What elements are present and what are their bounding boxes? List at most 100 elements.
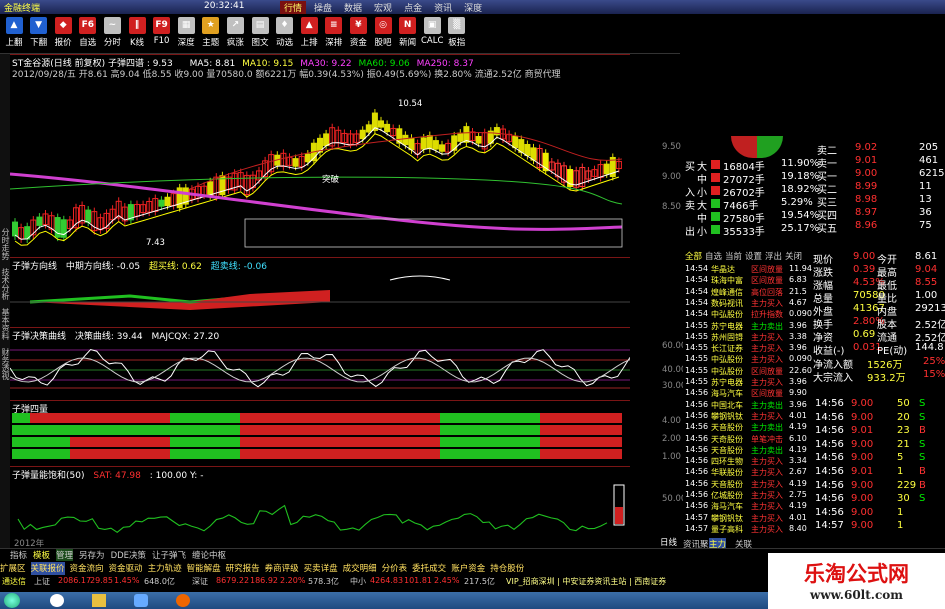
extension-tab[interactable]: 成交明细 — [343, 562, 377, 575]
alert-tab[interactable]: 设置 — [745, 250, 762, 262]
toolbar-label: 新闻 — [399, 38, 417, 48]
extension-tab[interactable]: 买卖详盘 — [304, 562, 338, 575]
brand-watermark: 乐淘公式网 www.60lt.com — [768, 553, 945, 609]
alert-tab[interactable]: 关闭 — [785, 250, 802, 262]
新闻-button[interactable]: N 新闻 — [396, 14, 420, 54]
extension-tab[interactable]: 持仓股份 — [490, 562, 524, 575]
decision-panel[interactable]: 子弹决策曲线 决策曲线: 39.44 MAJCQX: 27.20 — [10, 327, 630, 400]
top-tab[interactable]: 宏观 — [370, 1, 396, 14]
candle-body — [158, 199, 165, 207]
daily-label[interactable]: 日线 — [660, 536, 677, 548]
alert-tab[interactable]: 全部 — [685, 250, 702, 262]
side-tab[interactable]: 财务透视 — [1, 348, 10, 380]
news-ticker[interactable]: VIP_招商深圳 | 中安证券资讯主站 | 西南证券 — [506, 576, 666, 587]
上翻-button[interactable]: ▲ 上翻 — [2, 14, 26, 54]
start-icon[interactable] — [4, 593, 20, 608]
trade-time: 14:56 — [815, 479, 844, 491]
kline-chart[interactable] — [10, 79, 630, 249]
sz-index-name: 深证 — [192, 577, 208, 586]
动选-button[interactable]: ♦ 动选 — [273, 14, 297, 54]
alert-tab[interactable]: 自选 — [705, 250, 722, 262]
板指-button[interactable]: ▒ 板指 — [445, 14, 469, 54]
extension-tab[interactable]: 主力轨迹 — [148, 562, 182, 575]
app-name: 金融终端 — [4, 4, 41, 14]
股吧-button[interactable]: ◎ 股吧 — [371, 14, 395, 54]
alert-time: 14:56 — [685, 388, 709, 398]
extension-tab[interactable]: 研究报告 — [226, 562, 260, 575]
图文-button[interactable]: ▤ 图文 — [248, 14, 272, 54]
top-tab[interactable]: 点金 — [400, 1, 426, 14]
extension-tab[interactable]: 智能解盘 — [187, 562, 221, 575]
sme-index-change: 101.81 — [404, 576, 432, 585]
trade-price: 9.01 — [851, 466, 874, 477]
toolbar-label: 下翻 — [30, 38, 48, 48]
extension-tab[interactable]: 扩展区 — [0, 562, 26, 575]
alert-tab[interactable]: 当前 — [725, 250, 742, 262]
side-tab[interactable]: 技术分析 — [1, 268, 10, 300]
深度-button[interactable]: ▦ 深度 — [174, 14, 198, 54]
candle-body — [378, 120, 384, 128]
深排-button[interactable]: ≡ 深排 — [322, 14, 346, 54]
alert-action: 主力买入 — [751, 332, 783, 342]
indicator-tab[interactable]: 让子弹飞 — [152, 549, 186, 561]
extension-tab[interactable]: 账户资金 — [451, 562, 485, 575]
extension-tab[interactable]: 资金流向 — [70, 562, 104, 575]
kline-panel[interactable]: ST金谷源(日线 前复权) 子弹四谱 : 9.53 MA5: 8.81 MA10… — [10, 54, 630, 249]
volume-band — [540, 437, 622, 447]
extension-tab[interactable]: 关联报价 — [30, 562, 65, 575]
CALC-button[interactable]: ▣ CALC — [420, 14, 444, 54]
saturation-panel[interactable]: 子弹量能饱和(50) SAT: 47.98 : 100.00 Y: - 2012… — [10, 466, 630, 548]
top-tab[interactable]: 深度 — [460, 1, 486, 14]
title-bar: 金融终端 20:32:41 行情 操盘 数据 宏观 点金 资讯 深度 — [0, 0, 945, 14]
direction-red-area — [30, 302, 330, 310]
上排-button[interactable]: ▲ 上排 — [297, 14, 321, 54]
side-tab[interactable]: 基本资料 — [1, 308, 10, 340]
extension-tab[interactable]: 资金驱动 — [109, 562, 143, 575]
报价-button[interactable]: ◆ 报价 — [51, 14, 75, 54]
four-volume-axis: 4.00 2.00 1.00 — [630, 400, 683, 466]
indicator-tab[interactable]: 管理 — [56, 549, 74, 561]
direction-panel[interactable]: 子弹方向线 中期方向线: -0.05 超买线: 0.62 超卖线: -0.06 — [10, 257, 630, 323]
top-tab[interactable]: 操盘 — [310, 1, 336, 14]
资金-button[interactable]: ¥ 资金 — [346, 14, 370, 54]
toolbar-label: 动选 — [276, 38, 294, 48]
trade-price: 9.00 — [851, 411, 874, 423]
side-tab[interactable]: 分时走势 — [1, 228, 10, 260]
疯涨-button[interactable]: ↗ 疯涨 — [223, 14, 247, 54]
four-volume-panel[interactable]: 子弹四量 — [10, 400, 630, 466]
sme-index-name: 中小 — [350, 577, 366, 586]
extension-tab[interactable]: 分价表 — [382, 562, 408, 575]
indicator-tab[interactable]: 指标 — [10, 549, 27, 561]
media-icon[interactable] — [134, 594, 148, 607]
alert-stock: 苏宁电器 — [711, 321, 743, 331]
decision-curve — [10, 348, 630, 388]
top-tab[interactable]: 资讯 — [430, 1, 456, 14]
下翻-button[interactable]: ▼ 下翻 — [27, 14, 51, 54]
extension-tab[interactable]: 委托成交 — [412, 562, 446, 575]
indicator-tab[interactable]: 缠论中枢 — [192, 549, 226, 561]
direction-chart — [10, 275, 630, 310]
volume-band — [30, 413, 70, 423]
browser-icon[interactable] — [50, 594, 64, 607]
order-book-row: 买四 8.97 36 — [683, 207, 945, 222]
trade-vol: 23 — [897, 425, 910, 437]
分时-button[interactable]: ~ 分时 — [100, 14, 124, 54]
trade-price: 9.00 — [851, 398, 874, 409]
indicator-tab[interactable]: DDE决策 — [111, 549, 146, 561]
indicator-tab[interactable]: 另存为 — [79, 549, 105, 561]
quote-icon: ◆ — [54, 17, 72, 34]
F10-button[interactable]: F9 F10 — [150, 14, 174, 54]
K线-button[interactable]: ‖ K线 — [125, 14, 149, 54]
folder-icon[interactable] — [92, 594, 106, 607]
extension-tab[interactable]: 券商评级 — [265, 562, 299, 575]
indicator-tabs: 指标 模板 管理 另存为 DDE决策 让子弹飞 缠论中枢 — [10, 549, 226, 561]
alert-tab[interactable]: 浮出 — [765, 250, 782, 262]
axis-tick: 9.50 — [662, 142, 681, 152]
app-icon[interactable] — [176, 594, 190, 607]
top-tab[interactable]: 行情 — [280, 0, 307, 14]
自选-button[interactable]: F6 自选 — [76, 14, 100, 54]
top-tab[interactable]: 数据 — [340, 1, 366, 14]
alert-stock: 长江证券 — [711, 344, 743, 354]
主题-button[interactable]: ★ 主题 — [199, 14, 223, 54]
indicator-tab[interactable]: 模板 — [33, 549, 50, 561]
